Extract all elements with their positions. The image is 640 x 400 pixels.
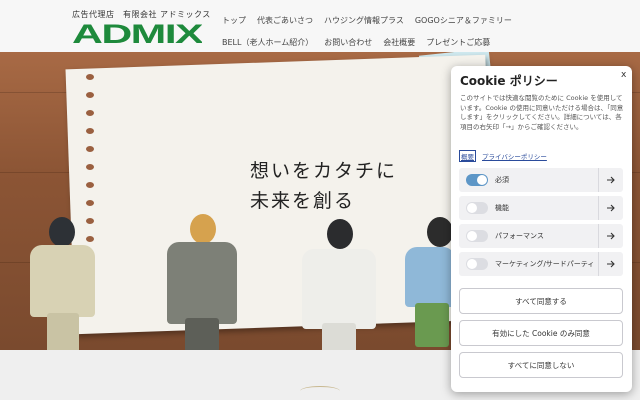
site-header: 広告代理店 有限会社 アドミックス ADMIX トップ 代表ごあいさつ ハウジン…	[0, 0, 640, 52]
logo-text: ADMIX	[72, 20, 202, 46]
accept-all-button[interactable]: すべて同意する	[459, 288, 623, 314]
nav-company[interactable]: 会社概要	[383, 37, 415, 48]
nav-top[interactable]: トップ	[222, 15, 246, 26]
paper-hole	[86, 110, 94, 116]
functional-toggle[interactable]	[466, 202, 488, 214]
paper-hole	[86, 182, 94, 188]
marketing-toggle[interactable]	[466, 258, 488, 270]
tagline-line2: 未来を創る	[250, 190, 356, 212]
toggle-knob	[467, 259, 477, 269]
cookie-category-marketing: マーケティング/サードパーティ	[459, 252, 623, 276]
cookie-category-performance: パフォーマンス	[459, 224, 623, 248]
admix-logo[interactable]: ADMIX	[72, 20, 202, 46]
nav-gogo-senior[interactable]: GOGOシニア＆ファミリー	[415, 15, 512, 26]
nav-contact[interactable]: お問い合わせ	[324, 37, 372, 48]
main-nav-row1: トップ 代表ごあいさつ ハウジング情報プラス GOGOシニア＆ファミリー	[222, 15, 512, 26]
nav-bell[interactable]: BELL（老人ホーム紹介）	[222, 37, 313, 48]
summary-link[interactable]: 概要	[459, 150, 476, 162]
tagline-line1: 想いをカタチに	[250, 160, 398, 182]
toggle-knob	[477, 175, 487, 185]
cookie-policy-dialog: Cookie ポリシー x このサイトでは快適な閲覧のために Cookie を使…	[451, 66, 632, 392]
toggle-knob	[467, 203, 477, 213]
paper-hole	[86, 200, 94, 206]
arrow-right-icon[interactable]	[599, 168, 623, 192]
close-icon[interactable]: x	[621, 70, 626, 80]
category-label: パフォーマンス	[495, 232, 544, 240]
privacy-policy-link[interactable]: プライバシーポリシー	[482, 151, 547, 161]
cookie-category-functional: 機能	[459, 196, 623, 220]
decorative-ornament	[300, 386, 340, 396]
category-label: 必須	[495, 176, 509, 184]
category-label: 機能	[495, 204, 509, 212]
cookie-description: このサイトでは快適な閲覧のために Cookie を使用しています。Cookie …	[460, 94, 624, 131]
hero-tagline: 想いをカタチに 未来を創る	[250, 156, 397, 216]
arrow-right-icon[interactable]	[599, 224, 623, 248]
nav-greeting[interactable]: 代表ごあいさつ	[257, 15, 313, 26]
cookie-links: 概要 プライバシーポリシー	[459, 150, 547, 162]
nav-present[interactable]: プレゼントご応募	[426, 37, 490, 48]
toggle-knob	[467, 231, 477, 241]
accept-selected-button[interactable]: 有効にした Cookie のみ同意	[459, 320, 623, 346]
paper-hole	[86, 218, 94, 224]
paper-hole	[86, 146, 94, 152]
paper-hole	[86, 74, 94, 80]
performance-toggle[interactable]	[466, 230, 488, 242]
arrow-right-icon[interactable]	[599, 252, 623, 276]
required-toggle[interactable]	[466, 174, 488, 186]
main-nav-row2: BELL（老人ホーム紹介） お問い合わせ 会社概要 プレゼントご応募	[222, 37, 490, 48]
nav-housing[interactable]: ハウジング情報プラス	[324, 15, 404, 26]
logo-subtitle: 広告代理店 有限会社 アドミックス	[72, 10, 211, 19]
paper-hole	[86, 236, 94, 242]
paper-hole	[86, 164, 94, 170]
category-label: マーケティング/サードパーティ	[495, 260, 595, 268]
reject-all-button[interactable]: すべてに同意しない	[459, 352, 623, 378]
cookie-title: Cookie ポリシー	[460, 74, 558, 88]
paper-hole	[86, 128, 94, 134]
paper-hole	[86, 92, 94, 98]
arrow-right-icon[interactable]	[599, 196, 623, 220]
cookie-category-required: 必須	[459, 168, 623, 192]
